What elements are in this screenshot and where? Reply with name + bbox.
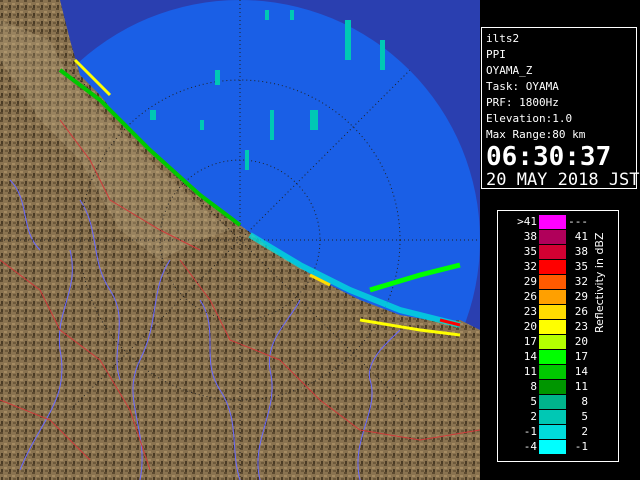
- legend-low-value: 23: [523, 305, 537, 318]
- legend-high-value: 14: [574, 365, 588, 378]
- legend-high-value: 41: [574, 230, 588, 243]
- legend-low-value: 2: [530, 410, 537, 423]
- legend-color-swatch: [539, 305, 566, 319]
- legend-color-swatch: [539, 425, 566, 439]
- legend-color-swatch: [539, 230, 566, 244]
- product-name: ilts2: [486, 32, 520, 45]
- legend-unit-label: Reflectivity in dBZ: [593, 232, 606, 333]
- legend-row: 25: [498, 409, 618, 424]
- observation-date: 20 MAY 2018 JST: [486, 170, 640, 190]
- legend-low-value: 5: [530, 395, 537, 408]
- legend-high-value: 38: [574, 245, 588, 258]
- max-range-value: Max Range:80 km: [486, 128, 586, 141]
- legend-low-value: 14: [523, 350, 537, 363]
- task-name: Task: OYAMA: [486, 80, 559, 93]
- legend-low-value: 35: [523, 245, 537, 258]
- legend-low-value: >41: [517, 215, 537, 228]
- legend-low-value: 32: [523, 260, 537, 273]
- legend-high-value: 32: [574, 275, 588, 288]
- legend-low-value: 20: [523, 320, 537, 333]
- legend-color-swatch: [539, 380, 566, 394]
- legend-color-swatch: [539, 440, 566, 454]
- legend-high-value: 23: [574, 320, 588, 333]
- legend-color-swatch: [539, 410, 566, 424]
- legend-color-swatch: [539, 275, 566, 289]
- legend-row: 14 17: [498, 349, 618, 364]
- legend-row: -4 -1: [498, 439, 618, 454]
- legend-color-swatch: [539, 350, 566, 364]
- scan-mode: PPI: [486, 48, 506, 61]
- legend-color-swatch: [539, 335, 566, 349]
- legend-low-value: -1: [523, 425, 537, 438]
- legend-color-swatch: [539, 395, 566, 409]
- legend-color-swatch: [539, 320, 566, 334]
- legend-low-value: 38: [523, 230, 537, 243]
- legend-color-swatch: [539, 365, 566, 379]
- legend-row: 8 11: [498, 379, 618, 394]
- legend-high-value: 20: [574, 335, 588, 348]
- legend-color-swatch: [539, 290, 566, 304]
- legend-low-value: 11: [523, 365, 537, 378]
- legend-low-value: 26: [523, 290, 537, 303]
- legend-high-value: 17: [574, 350, 588, 363]
- legend-high-value: ---: [568, 215, 588, 228]
- legend-high-value: -1: [574, 440, 588, 453]
- prf-value: PRF: 1800Hz: [486, 96, 559, 109]
- legend-low-value: 8: [530, 380, 537, 393]
- legend-low-value: 29: [523, 275, 537, 288]
- legend-row: >41 ---: [498, 214, 618, 229]
- legend-high-value: 26: [574, 305, 588, 318]
- legend-low-value: 17: [523, 335, 537, 348]
- observation-time: 06:30:37: [486, 142, 612, 172]
- legend-row: 11 14: [498, 364, 618, 379]
- legend-high-value: 2: [581, 425, 588, 438]
- legend-high-value: 5: [581, 410, 588, 423]
- legend-high-value: 29: [574, 290, 588, 303]
- legend-low-value: -4: [523, 440, 537, 453]
- variable-name: OYAMA_Z: [486, 64, 533, 77]
- legend-row: 17 20: [498, 334, 618, 349]
- legend-high-value: 35: [574, 260, 588, 273]
- legend-high-value: 11: [574, 380, 588, 393]
- legend-color-swatch: [539, 260, 566, 274]
- elevation-value: Elevation:1.0: [486, 112, 573, 125]
- legend-row: 58: [498, 394, 618, 409]
- legend-color-swatch: [539, 245, 566, 259]
- radar-info-panel: ilts2 PPI OYAMA_Z Task: OYAMA PRF: 1800H…: [481, 27, 640, 190]
- legend-color-swatch: [539, 215, 566, 229]
- legend-row: -1 2: [498, 424, 618, 439]
- radar-ppi-map[interactable]: [0, 0, 480, 480]
- legend-high-value: 8: [581, 395, 588, 408]
